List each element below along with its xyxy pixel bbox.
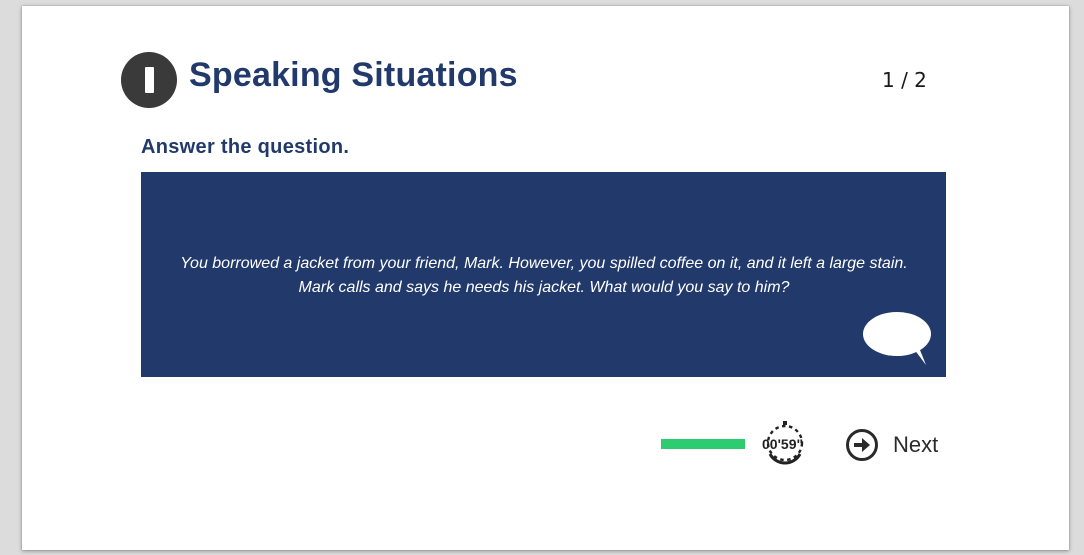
roman-numeral-one-icon [144,67,154,93]
next-label[interactable]: Next [893,432,938,458]
countdown-progress-bar [661,439,745,449]
arrow-right-circle-icon[interactable] [845,428,879,462]
timer-readout: 00'59" [762,436,804,452]
section-title: Speaking Situations [189,56,518,94]
question-text: You borrowed a jacket from your friend, … [180,255,908,296]
instruction-heading: Answer the question. [141,136,350,158]
progress-fill [661,439,745,449]
section-number-badge [121,52,177,108]
page-counter: 1 / 2 [882,68,927,92]
next-button[interactable]: Next [845,427,938,463]
speaking-card: Speaking Situations 1 / 2 Answer the que… [22,6,1069,550]
speech-bubble-icon [863,312,931,365]
question-panel: You borrowed a jacket from your friend, … [141,172,946,377]
